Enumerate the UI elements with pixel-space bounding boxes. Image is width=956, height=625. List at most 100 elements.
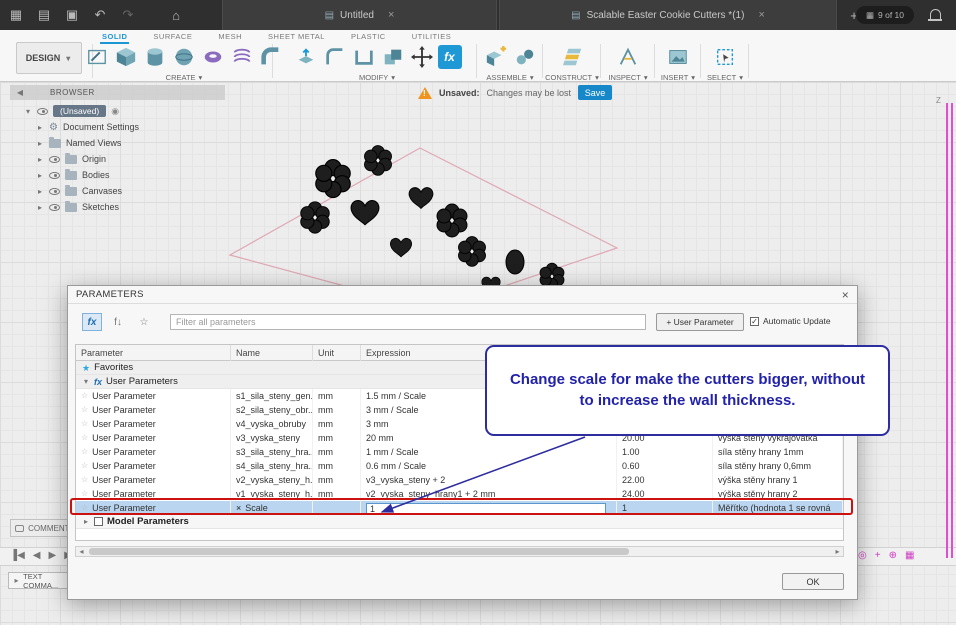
favorite-star-icon[interactable]: ☆: [81, 403, 88, 417]
favorite-star-icon[interactable]: ☆: [81, 501, 88, 515]
expand-group-icon[interactable]: ▸: [82, 515, 90, 529]
fillet-icon[interactable]: [322, 44, 348, 70]
favorite-star-icon[interactable]: ☆: [81, 417, 88, 431]
close-tab-icon[interactable]: ×: [758, 9, 764, 21]
visibility-eye-icon[interactable]: [37, 108, 48, 115]
create-sphere-icon[interactable]: [171, 44, 197, 70]
joint-icon[interactable]: [512, 44, 538, 70]
favorite-star-icon[interactable]: ☆: [81, 389, 88, 403]
fx-filter-icon[interactable]: fx: [82, 313, 102, 331]
browser-root-item[interactable]: ▾ (Unsaved) ◉: [24, 103, 139, 119]
close-tab-icon[interactable]: ×: [388, 9, 394, 21]
text-commands-toggle[interactable]: ▸ TEXT COMMA...: [8, 572, 74, 589]
favorite-star-icon[interactable]: ☆: [81, 445, 88, 459]
sort-parameters-icon[interactable]: f↓: [108, 313, 128, 331]
construct-group-label[interactable]: CONSTRUCT▾: [545, 73, 599, 82]
insert-group-label[interactable]: INSERT▾: [661, 73, 695, 82]
extension-days-badge[interactable]: ▦ 9 of 10: [856, 6, 914, 24]
expand-icon[interactable]: ▾: [24, 107, 32, 116]
expand-icon[interactable]: ▸: [36, 171, 44, 180]
dialog-titlebar[interactable]: PARAMETERS ×: [68, 286, 857, 304]
change-parameters-fx-icon[interactable]: fx: [438, 45, 462, 69]
create-group-label[interactable]: CREATE▾: [166, 73, 203, 82]
move-copy-icon[interactable]: [409, 44, 435, 70]
favorites-filter-star-icon[interactable]: ☆: [134, 313, 154, 331]
new-component-icon[interactable]: [483, 44, 509, 70]
expand-icon[interactable]: ▸: [36, 123, 44, 132]
col-name[interactable]: Name: [231, 345, 313, 361]
save-icon[interactable]: ▣: [60, 3, 84, 27]
collapse-browser-icon[interactable]: ◀: [16, 88, 24, 97]
model-parameters-group-row[interactable]: ▸ Model Parameters: [76, 515, 843, 529]
step-back-icon[interactable]: ◀: [33, 550, 41, 561]
browser-item-bodies[interactable]: ▸ Bodies: [24, 167, 139, 183]
workspace-design-dropdown[interactable]: DESIGN ▾: [16, 42, 82, 74]
inspect-group-label[interactable]: INSPECT▾: [608, 73, 647, 82]
undo-icon[interactable]: ↶: [88, 3, 112, 27]
document-tab-cookie-cutters[interactable]: ▤ Scalable Easter Cookie Cutters *(1) ×: [499, 0, 837, 30]
visibility-eye-icon[interactable]: [49, 172, 60, 179]
create-torus-icon[interactable]: [200, 44, 226, 70]
parameter-row[interactable]: ☆User Parameter v1_vyska_steny_h...mm v2…: [76, 487, 843, 501]
home-icon[interactable]: ⌂: [164, 3, 188, 27]
press-pull-icon[interactable]: [293, 44, 319, 70]
assemble-group-label[interactable]: ASSEMBLE▾: [486, 73, 533, 82]
browser-item-sketches[interactable]: ▸ Sketches: [24, 199, 139, 215]
expand-icon[interactable]: ▸: [36, 203, 44, 212]
record-icon[interactable]: ◉: [111, 106, 119, 117]
delete-parameter-icon[interactable]: ×: [236, 501, 241, 515]
create-cylinder-icon[interactable]: [142, 44, 168, 70]
filter-parameters-input[interactable]: [170, 314, 646, 330]
create-sketch-icon[interactable]: [84, 44, 110, 70]
expand-icon[interactable]: ▸: [36, 155, 44, 164]
model-parameters-checkbox[interactable]: [94, 517, 103, 526]
construct-plane-icon[interactable]: [559, 44, 585, 70]
parameter-row-scale-selected[interactable]: ☆User Parameter ×Scale 1 1 Měřítko (hodn…: [76, 501, 843, 515]
parameter-row[interactable]: ☆User Parameter v2_vyska_steny_h...mm v3…: [76, 473, 843, 487]
close-dialog-icon[interactable]: ×: [842, 288, 849, 302]
col-parameter[interactable]: Parameter: [76, 345, 231, 361]
cookie-cutter-model[interactable]: [215, 120, 635, 310]
create-coil-icon[interactable]: [229, 44, 255, 70]
scale-expression-input[interactable]: 1: [366, 503, 606, 514]
visibility-eye-icon[interactable]: [49, 188, 60, 195]
play-icon[interactable]: ▶: [48, 550, 56, 561]
collapse-group-icon[interactable]: ▾: [82, 375, 90, 389]
zoom-icon[interactable]: ⊕: [889, 550, 897, 561]
favorite-star-icon[interactable]: ☆: [81, 431, 88, 445]
favorite-star-icon[interactable]: ☆: [81, 473, 88, 487]
parameter-row[interactable]: ☆User Parameter s3_sila_steny_hra...mm 1…: [76, 445, 843, 459]
visibility-eye-icon[interactable]: [49, 204, 60, 211]
app-menu-icon[interactable]: ▦: [4, 3, 28, 27]
redo-icon[interactable]: ↷: [116, 3, 140, 27]
browser-item-canvases[interactable]: ▸ Canvases: [24, 183, 139, 199]
scroll-right-icon[interactable]: ▸: [832, 547, 843, 556]
expand-icon[interactable]: ▸: [36, 139, 44, 148]
file-menu-icon[interactable]: ▤: [32, 3, 56, 27]
favorite-star-icon[interactable]: ☆: [81, 487, 88, 501]
shell-icon[interactable]: [351, 44, 377, 70]
visibility-eye-icon[interactable]: [49, 156, 60, 163]
scrollbar-thumb[interactable]: [89, 548, 629, 555]
save-document-button[interactable]: Save: [578, 85, 612, 100]
document-tab-untitled[interactable]: ▤ Untitled ×: [222, 0, 497, 30]
select-tool-icon[interactable]: [712, 44, 738, 70]
automatic-update-checkbox[interactable]: ✓: [750, 317, 759, 326]
orbit-icon[interactable]: ◎: [858, 550, 867, 561]
browser-item-named-views[interactable]: ▸ Named Views: [24, 135, 139, 151]
add-user-parameter-button[interactable]: + User Parameter: [656, 313, 744, 331]
browser-item-document-settings[interactable]: ▸ ⚙ Document Settings: [24, 119, 139, 135]
pan-icon[interactable]: +: [875, 550, 881, 561]
parameter-row[interactable]: ☆User Parameter s4_sila_steny_hra...mm 0…: [76, 459, 843, 473]
browser-item-origin[interactable]: ▸ Origin: [24, 151, 139, 167]
grid-settings-icon[interactable]: ▦: [905, 550, 914, 561]
combine-icon[interactable]: [380, 44, 406, 70]
insert-canvas-icon[interactable]: [665, 44, 691, 70]
favorite-star-icon[interactable]: ☆: [81, 459, 88, 473]
scroll-left-icon[interactable]: ◂: [76, 547, 87, 556]
browser-panel-header[interactable]: ◀ BROWSER: [10, 85, 225, 100]
notifications-bell-icon[interactable]: [930, 9, 941, 19]
go-to-start-icon[interactable]: ▐◀: [10, 550, 25, 561]
ok-button[interactable]: OK: [782, 573, 844, 590]
horizontal-scrollbar[interactable]: ◂ ▸: [75, 546, 844, 557]
